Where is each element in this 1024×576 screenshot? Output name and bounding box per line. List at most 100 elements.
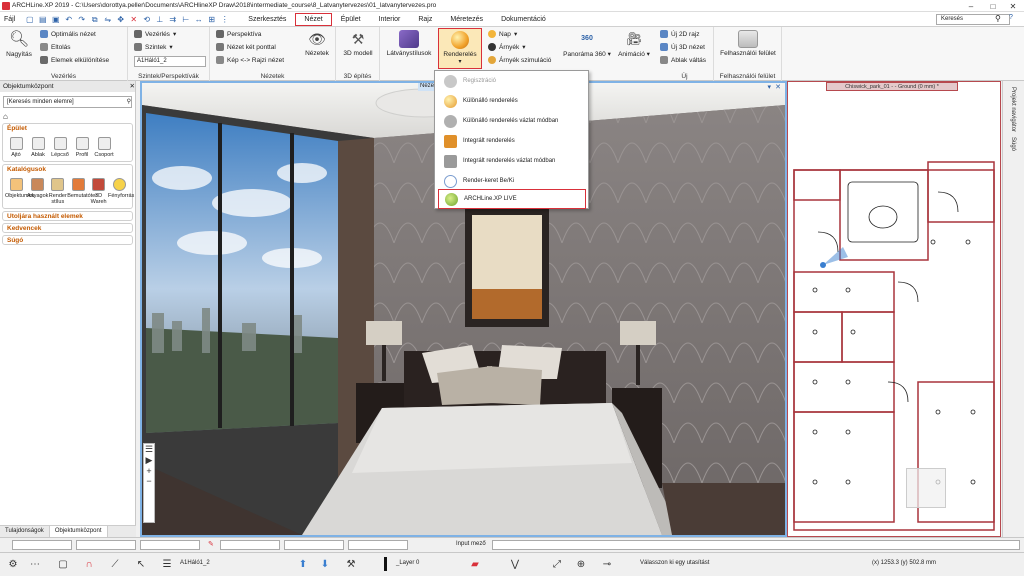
render-style-item[interactable]: Render stílus (48, 178, 67, 205)
tab-meretezes[interactable]: Méretezés (441, 13, 492, 26)
recent-items-section[interactable]: Utoljára használt elemek (2, 211, 133, 221)
search-icon[interactable]: ⚲ (995, 14, 1001, 23)
down-arrow-icon[interactable]: ⬇ (318, 558, 332, 572)
level-selector[interactable]: A1Háló1_2 (180, 560, 210, 566)
layers-icon[interactable]: ☰ (160, 558, 174, 572)
control-dropdown[interactable]: Vezérlés ▾ (134, 30, 176, 38)
snap-icon[interactable]: ∩ (82, 558, 96, 572)
tab-nezet[interactable]: Nézet (295, 12, 332, 26)
panel-close-icon[interactable]: ✕ (130, 81, 135, 92)
color-swatch[interactable] (384, 557, 387, 571)
coord-field-5[interactable] (284, 540, 344, 550)
section-title[interactable]: Katalógusok (3, 165, 132, 175)
zoom-button[interactable]: 🔍︎ Nagyítás (4, 31, 34, 58)
3d-warehouse-item[interactable]: 3D Wareh (89, 178, 108, 205)
views-button[interactable]: 👁︎ Nézetek (302, 30, 332, 57)
user-interface-button[interactable]: Felhasználói felület (718, 30, 778, 57)
delete-icon[interactable]: ✕ (128, 14, 139, 25)
profile-item[interactable]: Profil (71, 137, 93, 158)
globe-icon[interactable]: ⊕ (574, 558, 588, 572)
play-icon[interactable]: ▶ (144, 455, 154, 466)
project-navigator-tab[interactable]: Projekt navigátor (1010, 87, 1016, 132)
3d-model-button[interactable]: ⚒ 3D modell (340, 30, 376, 57)
wall-icon[interactable]: ⋁ (508, 558, 522, 572)
pencil-icon[interactable]: ✎ (208, 540, 214, 548)
coord-field-4[interactable] (220, 540, 280, 550)
new-icon[interactable]: ▢ (24, 14, 35, 25)
coord-field-1[interactable] (12, 540, 72, 550)
new-3d-button[interactable]: Új 3D nézet (660, 43, 705, 51)
link-icon[interactable]: ⊸ (600, 558, 614, 572)
optimal-view-button[interactable]: Optimális nézet (40, 30, 96, 38)
menu-item-standalone-render[interactable]: Különálló renderelés (438, 91, 586, 111)
undo-icon[interactable]: ↶ (63, 14, 74, 25)
save-icon[interactable]: ▣ (50, 14, 61, 25)
window-switch-button[interactable]: Ablak váltás (660, 56, 706, 64)
build-3d-icon[interactable]: ⚒ (344, 558, 358, 572)
window-item[interactable]: Ablak (27, 137, 49, 158)
tab-interior[interactable]: Interior (370, 13, 410, 26)
menu-item-render-frame[interactable]: Render-keret Be/Ki (438, 171, 586, 191)
visual-styles-button[interactable]: Látványstílusok (384, 30, 434, 57)
zoom-in-icon[interactable]: + (144, 466, 154, 476)
image-plan-toggle[interactable]: Kép <-> Rajzi nézet (216, 56, 284, 64)
home-icon[interactable]: ⌂ (3, 112, 13, 121)
move-icon[interactable]: ✥ (115, 14, 126, 25)
perspective-button[interactable]: Perspektíva (216, 30, 261, 38)
menu-item-registration[interactable]: Regisztráció (438, 71, 586, 91)
offset-icon[interactable]: ⇉ (167, 14, 178, 25)
mirror-icon[interactable]: ⇋ (102, 14, 113, 25)
panel-search-input[interactable]: [Keresés minden elemre] ⚲ (3, 96, 132, 108)
showroom-item[interactable]: Bemutatóter (67, 178, 97, 205)
maximize-icon[interactable]: □ (982, 0, 1004, 12)
shadow-button[interactable]: Árnyék ▾ (488, 43, 526, 51)
help-side-tab[interactable]: Súgó (1010, 137, 1016, 151)
render-button[interactable]: Renderelés ▾ (438, 28, 482, 69)
paint-icon[interactable]: ▰ (468, 558, 482, 572)
menu-item-integrated-render[interactable]: Integrált renderelés (438, 131, 586, 151)
stairs-item[interactable]: Lépcső (49, 137, 71, 158)
help-section[interactable]: Súgó (2, 235, 133, 245)
redo-icon[interactable]: ↷ (76, 14, 87, 25)
grid-icon[interactable]: ⋯ (28, 558, 42, 572)
menu-item-live[interactable]: ARCHLine.XP LIVE (438, 189, 586, 209)
zoom-out-icon[interactable]: − (144, 476, 154, 486)
pan-button[interactable]: Eltolás (40, 43, 71, 51)
cursor-icon[interactable]: ↖ (134, 558, 148, 572)
section-title[interactable]: Épület (3, 124, 132, 134)
shadow-sim-button[interactable]: Árnyék szimuláció (488, 56, 551, 64)
input-field[interactable] (492, 540, 1020, 550)
coord-field-3[interactable] (140, 540, 200, 550)
file-menu[interactable]: Fájl (0, 16, 19, 23)
dimension-icon[interactable]: ↔ (193, 14, 204, 25)
light-source-item[interactable]: Fényforrás (108, 178, 134, 205)
view-navigator[interactable]: ☰ ▶ + − (143, 443, 155, 523)
tab-dokumentacio[interactable]: Dokumentáció (492, 13, 555, 26)
favorites-section[interactable]: Kedvencek (2, 223, 133, 233)
tab-szerkesztes[interactable]: Szerkesztés (239, 13, 295, 26)
measure-icon[interactable]: ⤢ (550, 558, 564, 572)
coord-field-6[interactable] (348, 540, 408, 550)
sun-button[interactable]: Nap ▾ (488, 30, 517, 38)
view-close-icon[interactable]: ✕ (775, 83, 781, 91)
view-pin-icon[interactable]: ▾ (767, 83, 771, 91)
trim-icon[interactable]: ⊥ (154, 14, 165, 25)
levels-dropdown[interactable]: Szintek ▾ (134, 43, 173, 51)
close-icon[interactable]: ✕ (1002, 0, 1024, 12)
select-icon[interactable]: ▢ (56, 558, 70, 572)
tab-epulet[interactable]: Épület (332, 13, 370, 26)
grid-icon[interactable]: ⋮ (219, 14, 230, 25)
two-point-view-button[interactable]: Nézet két ponttal (216, 43, 276, 51)
help-icon[interactable]: ? (1009, 14, 1013, 21)
coord-field-2[interactable] (76, 540, 136, 550)
plan-navigator-icon[interactable] (906, 468, 946, 508)
open-icon[interactable]: ▤ (37, 14, 48, 25)
up-arrow-icon[interactable]: ⬆ (296, 558, 310, 572)
floor-plan-view[interactable]: Chiswick_park_01 - - Ground (0 mm) * (787, 81, 1001, 537)
tab-rajz[interactable]: Rajz (409, 13, 441, 26)
menu-icon[interactable]: ☰ (144, 444, 154, 455)
layer-selector[interactable]: _Layer 0 (396, 560, 419, 566)
group-item[interactable]: Csoport (93, 137, 115, 158)
align-icon[interactable]: ⊢ (180, 14, 191, 25)
animation-button[interactable]: 🎥︎ Animáció ▾ (616, 30, 652, 58)
